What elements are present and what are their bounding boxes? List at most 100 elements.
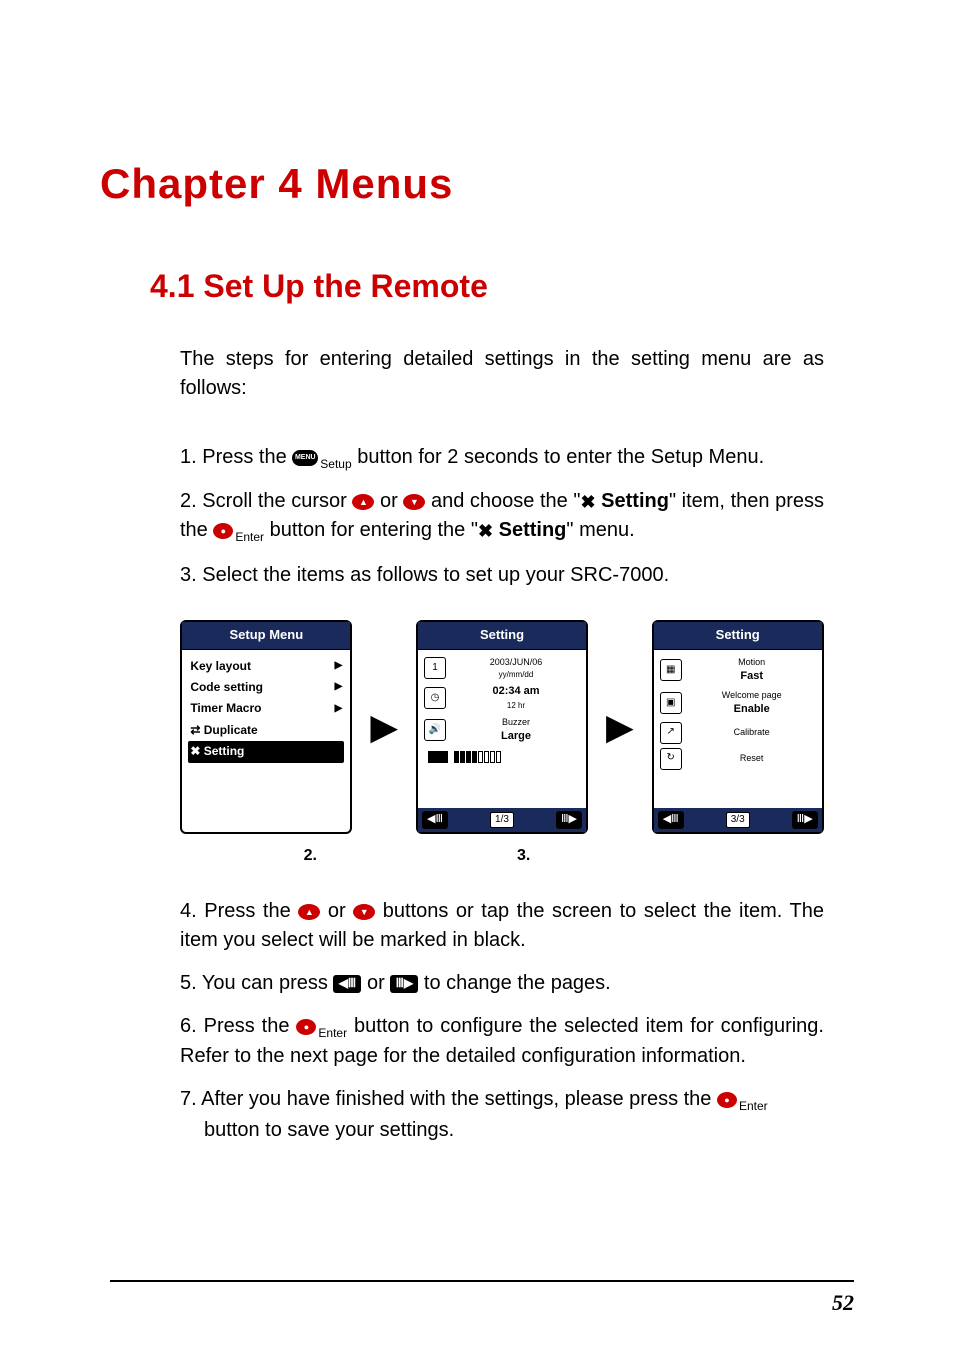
enter-label-1: Enter — [235, 530, 264, 544]
welcome-icon: ▣ — [660, 692, 682, 714]
page-left-icon: ◀Ⅲ — [333, 975, 361, 993]
setting-reset-row[interactable]: ↻ Reset — [660, 748, 816, 770]
setting-calibrate-row[interactable]: ↗ Calibrate — [660, 722, 816, 744]
setting-label-1: Setting — [596, 490, 669, 512]
menu-icon: MENU — [292, 450, 318, 466]
footer-divider — [110, 1280, 854, 1282]
reset-icon: ↻ — [660, 748, 682, 770]
step1-part-b: button for 2 seconds to enter the Setup … — [357, 446, 764, 468]
step5-part-a: 5. You can press — [180, 972, 333, 994]
setting-time-row[interactable]: ◷ 02:34 am12 hr — [424, 684, 580, 712]
menu-key-layout-label: Key layout — [190, 658, 251, 675]
enter-icon: ● — [717, 1092, 737, 1108]
menu-key-layout[interactable]: Key layout ▶ — [188, 656, 344, 677]
chevron-right-icon: ▶ — [335, 659, 343, 674]
step-3: 3. Select the items as follows to set up… — [180, 561, 824, 590]
date-value: 2003/JUN/06 — [452, 656, 580, 669]
menu-setting-label: Setting — [204, 744, 245, 758]
intro-text: The steps for entering detailed settings… — [180, 345, 824, 403]
chevron-right-icon: ▶ — [335, 680, 343, 695]
label-3: 3. — [517, 844, 530, 867]
step-2: 2. Scroll the cursor ▲ or ▼ and choose t… — [180, 487, 824, 546]
screen-setting-1: Setting 1 2003/JUN/06yy/mm/dd ◷ 02:34 am… — [416, 620, 588, 834]
step4-part-a: 4. Press the — [180, 900, 298, 922]
step2-part-a: 2. Scroll the cursor — [180, 490, 352, 512]
step5-part-b: to change the pages. — [424, 972, 611, 994]
screen2-header: Setting — [418, 622, 586, 650]
page-prev-button[interactable]: ◀Ⅲ — [658, 811, 684, 829]
time-format: 12 hr — [452, 700, 580, 712]
cursor-down-icon: ▼ — [353, 904, 375, 920]
step3-text: 3. Select the items as follows to set up… — [180, 561, 824, 590]
setting-welcome-row[interactable]: ▣ Welcome pageEnable — [660, 689, 816, 718]
step4-or: or — [328, 900, 353, 922]
setting-motion-row[interactable]: ▦ MotionFast — [660, 656, 816, 685]
arrow-right-icon: ▶ — [606, 701, 634, 753]
step5-or: or — [367, 972, 390, 994]
reset-label: Reset — [688, 752, 816, 765]
step-1: 1. Press the MENUSetup button for 2 seco… — [180, 443, 824, 473]
screens-row: Setup Menu Key layout ▶ Code setting ▶ Tim… — [180, 620, 824, 834]
enter-icon: ● — [296, 1019, 316, 1035]
step7-part-b: button to save your settings. — [204, 1116, 824, 1145]
step2-part-e: " menu. — [566, 519, 634, 541]
welcome-value: Enable — [688, 702, 816, 718]
menu-duplicate-label: Duplicate — [204, 723, 258, 737]
calibrate-icon: ↗ — [660, 722, 682, 744]
welcome-label: Welcome page — [688, 689, 816, 702]
menu-duplicate[interactable]: ⇄ Duplicate — [188, 720, 344, 741]
step2-part-d: button for entering the " — [270, 519, 478, 541]
chevron-right-icon: ▶ — [335, 702, 343, 717]
step6-part-a: 6. Press the — [180, 1015, 296, 1037]
motion-label: Motion — [688, 656, 816, 669]
calibrate-label: Calibrate — [688, 726, 816, 739]
menu-timer-macro-label: Timer Macro — [190, 700, 261, 717]
step-4: 4. Press the ▲ or ▼ buttons or tap the s… — [180, 897, 824, 955]
page-indicator-3: 3/3 — [726, 812, 750, 829]
menu-code-setting-label: Code setting — [190, 679, 263, 696]
step-7: 7. After you have finished with the sett… — [180, 1085, 824, 1144]
step7-part-a: 7. After you have finished with the sett… — [180, 1088, 717, 1110]
menu-setting[interactable]: ✖ Setting — [188, 741, 344, 762]
step2-or: or — [380, 490, 403, 512]
cursor-up-icon: ▲ — [298, 904, 320, 920]
battery-bars — [454, 751, 501, 763]
sound-icon: 🔊 — [424, 719, 446, 741]
page-indicator-2: 1/3 — [490, 812, 514, 829]
motion-value: Fast — [688, 669, 816, 685]
buzzer-label: Buzzer — [452, 716, 580, 729]
date-format: yy/mm/dd — [452, 669, 580, 681]
page-next-button[interactable]: Ⅲ▶ — [556, 811, 582, 829]
page-prev-button[interactable]: ◀Ⅲ — [422, 811, 448, 829]
setting-date-row[interactable]: 1 2003/JUN/06yy/mm/dd — [424, 656, 580, 681]
menu-timer-macro[interactable]: Timer Macro ▶ — [188, 698, 344, 719]
screen-setting-3: Setting ▦ MotionFast ▣ Welcome pageEnabl… — [652, 620, 824, 834]
page-next-button[interactable]: Ⅲ▶ — [792, 811, 818, 829]
chapter-title: Chapter 4 Menus — [100, 160, 854, 208]
setting-buzzer-row[interactable]: 🔊 BuzzerLarge — [424, 716, 580, 745]
screen1-header: Setup Menu — [182, 622, 350, 650]
enter-label-2: Enter — [318, 1026, 347, 1040]
cursor-down-icon: ▼ — [403, 494, 425, 510]
step-6: 6. Press the ●Enter button to configure … — [180, 1012, 824, 1071]
section-title: 4.1 Set Up the Remote — [150, 268, 854, 305]
battery-icon — [428, 751, 448, 763]
wrench-icon: ✖ — [581, 489, 596, 515]
time-value: 02:34 am — [452, 684, 580, 700]
clock-icon: ◷ — [424, 687, 446, 709]
motion-icon: ▦ — [660, 659, 682, 681]
setup-label: Setup — [320, 457, 351, 471]
page-number: 52 — [832, 1290, 854, 1316]
enter-label-3: Enter — [739, 1099, 768, 1113]
enter-icon: ● — [213, 523, 233, 539]
menu-code-setting[interactable]: Code setting ▶ — [188, 677, 344, 698]
step1-part-a: 1. Press the — [180, 446, 292, 468]
screen-labels: 2. 3. — [180, 844, 824, 867]
screen-setup-menu: Setup Menu Key layout ▶ Code setting ▶ Tim… — [180, 620, 352, 834]
step-5: 5. You can press ◀Ⅲ or Ⅲ▶ to change the … — [180, 969, 824, 998]
calendar-icon: 1 — [424, 657, 446, 679]
page-right-icon: Ⅲ▶ — [390, 975, 418, 993]
step2-part-b: and choose the " — [431, 490, 581, 512]
battery-row — [424, 749, 580, 765]
buzzer-value: Large — [452, 729, 580, 745]
